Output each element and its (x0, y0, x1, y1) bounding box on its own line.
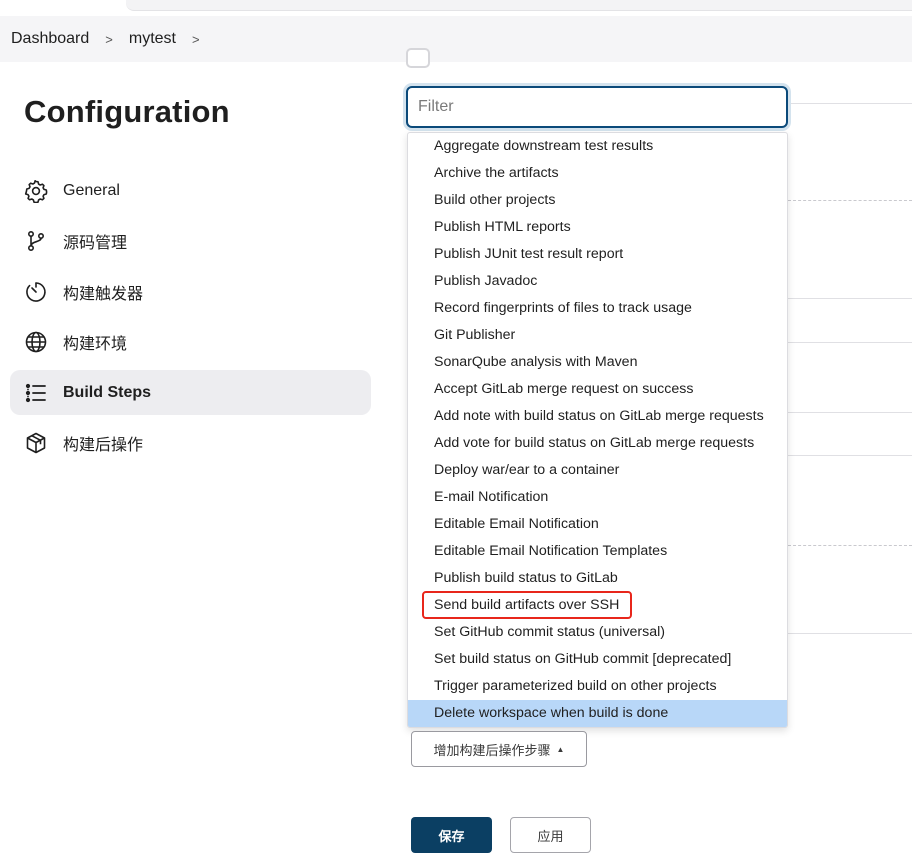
divider (788, 200, 912, 201)
menu-item-deploy-war[interactable]: Deploy war/ear to a container (408, 457, 787, 484)
sidebar-item-label: General (63, 181, 120, 199)
list-icon (24, 381, 48, 405)
menu-item-build-other-projects[interactable]: Build other projects (408, 187, 787, 214)
menu-item-archive-artifacts[interactable]: Archive the artifacts (408, 160, 787, 187)
caret-up-icon: ▲ (556, 744, 565, 754)
sidebar-item-label: 构建环境 (63, 336, 128, 354)
filter-input[interactable] (408, 88, 786, 126)
sidebar-item-label: 构建触发器 (63, 285, 144, 303)
menu-item-sonarqube-maven[interactable]: SonarQube analysis with Maven (408, 349, 787, 376)
divider (788, 455, 912, 456)
timer-icon (24, 280, 48, 304)
sidebar-item-source-control[interactable]: 源码管理 (10, 219, 371, 264)
menu-item-github-build-status-deprecated[interactable]: Set build status on GitHub commit [depre… (408, 646, 787, 673)
package-icon (24, 431, 48, 455)
page-title: Configuration (24, 94, 230, 129)
menu-item-delete-workspace[interactable]: Delete workspace when build is done (408, 700, 787, 727)
menu-item-github-commit-status[interactable]: Set GitHub commit status (universal) (408, 619, 787, 646)
menu-item-accept-gitlab-mr[interactable]: Accept GitLab merge request on success (408, 376, 787, 403)
add-post-build-step-button[interactable]: 增加构建后操作步骤 ▲ (411, 731, 587, 767)
address-bar-remnant (126, 0, 912, 11)
menu-item-send-artifacts-ssh[interactable]: Send build artifacts over SSH (408, 592, 787, 619)
divider (788, 298, 912, 299)
sidebar-nav: General 源码管理 构建触发器 构建环境 Build Steps 构建后操… (10, 168, 371, 472)
menu-item-publish-html-reports[interactable]: Publish HTML reports (408, 214, 787, 241)
divider (788, 633, 912, 634)
menu-item-publish-gitlab-status[interactable]: Publish build status to GitLab (408, 565, 787, 592)
sidebar-item-build-steps[interactable]: Build Steps (10, 370, 371, 416)
menu-item-gitlab-vote[interactable]: Add vote for build status on GitLab merg… (408, 430, 787, 457)
globe-icon (24, 330, 48, 354)
branch-icon (24, 229, 48, 253)
browser-top-strip (0, 0, 912, 14)
menu-item-editable-email[interactable]: Editable Email Notification (408, 511, 787, 538)
divider (788, 545, 912, 546)
breadcrumb-dashboard[interactable]: Dashboard (9, 30, 91, 48)
menu-item-email-notification[interactable]: E-mail Notification (408, 484, 787, 511)
menu-item-editable-email-templates[interactable]: Editable Email Notification Templates (408, 538, 787, 565)
divider (788, 342, 912, 343)
sidebar-item-label: Build Steps (63, 383, 152, 401)
menu-item-aggregate-downstream[interactable]: Aggregate downstream test results (408, 133, 787, 160)
post-build-action-menu: Aggregate downstream test results Archiv… (407, 132, 788, 728)
inspect-build-log-checkbox[interactable] (406, 48, 430, 68)
divider (788, 103, 912, 104)
sidebar-item-label: 源码管理 (63, 235, 128, 253)
sidebar-item-label: 构建后操作 (63, 437, 144, 455)
sidebar-item-build-environment[interactable]: 构建环境 (10, 320, 371, 365)
sidebar-item-build-triggers[interactable]: 构建触发器 (10, 269, 371, 314)
breadcrumb-mytest[interactable]: mytest (127, 30, 178, 48)
sidebar-item-general[interactable]: General (10, 168, 371, 213)
chevron-right-icon[interactable]: > (192, 32, 200, 47)
filter-field (406, 86, 788, 128)
menu-item-gitlab-note[interactable]: Add note with build status on GitLab mer… (408, 403, 787, 430)
divider (788, 412, 912, 413)
sidebar-item-post-build[interactable]: 构建后操作 (10, 421, 371, 466)
save-button[interactable]: 保存 (411, 817, 492, 853)
gear-icon (24, 179, 48, 203)
add-post-build-step-label: 增加构建后操作步骤 (433, 742, 551, 758)
menu-item-trigger-parameterized[interactable]: Trigger parameterized build on other pro… (408, 673, 787, 700)
menu-item-publish-junit[interactable]: Publish JUnit test result report (408, 241, 787, 268)
menu-item-publish-javadoc[interactable]: Publish Javadoc (408, 268, 787, 295)
menu-item-git-publisher[interactable]: Git Publisher (408, 322, 787, 349)
menu-item-record-fingerprints[interactable]: Record fingerprints of files to track us… (408, 295, 787, 322)
chevron-right-icon: > (105, 31, 113, 47)
apply-button[interactable]: 应用 (510, 817, 591, 853)
breadcrumb: Dashboard > mytest > (0, 16, 912, 62)
